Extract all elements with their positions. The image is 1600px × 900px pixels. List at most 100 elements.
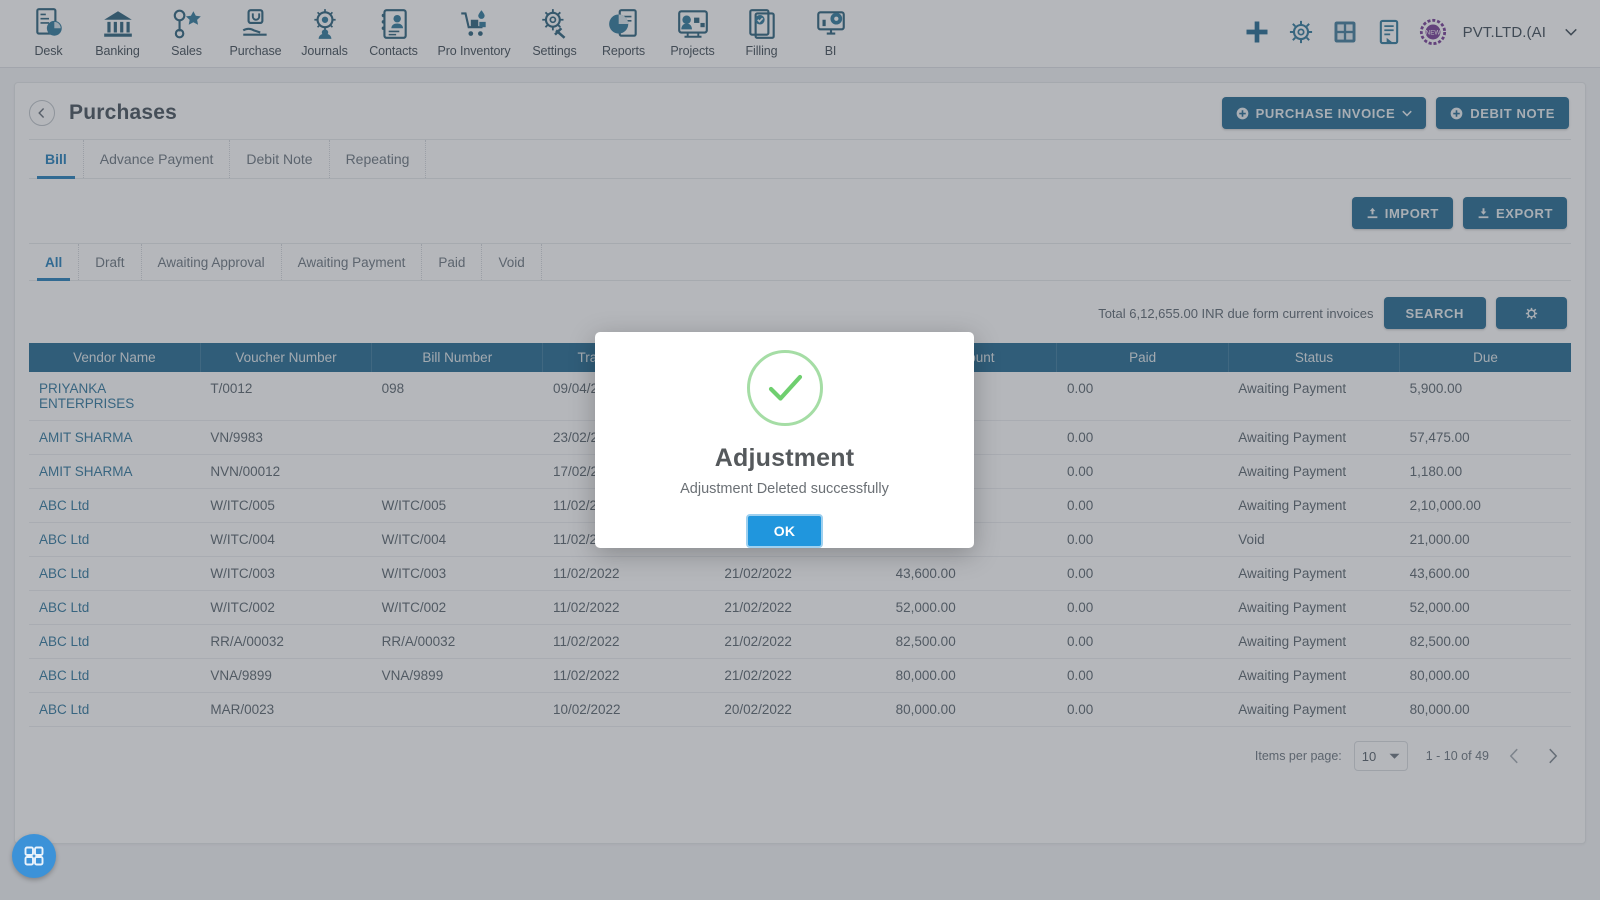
cell-paid: 0.00	[1056, 522, 1229, 557]
cell-status: Awaiting Payment	[1228, 556, 1400, 591]
filter-tab-awaiting-approval[interactable]: Awaiting Approval	[142, 244, 282, 280]
tab-repeating[interactable]: Repeating	[330, 140, 427, 178]
column-header-paid[interactable]: Paid	[1056, 343, 1229, 372]
chevron-down-icon[interactable]	[1562, 23, 1580, 41]
cell-transaction-date: 11/02/2022	[542, 590, 715, 625]
next-page-button[interactable]	[1539, 743, 1565, 769]
cell-amount: 52,000.00	[885, 590, 1057, 625]
cell-paid: 0.00	[1056, 658, 1229, 693]
column-header-status[interactable]: Status	[1228, 343, 1401, 372]
column-header-vendor-name[interactable]: Vendor Name	[29, 343, 201, 372]
cell-vendor-name[interactable]: AMIT SHARMA	[29, 420, 201, 455]
cell-due: 21,000.00	[1399, 522, 1571, 557]
filter-tab-void[interactable]: Void	[482, 244, 542, 280]
search-label: SEARCH	[1405, 305, 1464, 321]
company-name[interactable]: PVT.LTD.(AI	[1463, 24, 1546, 41]
column-header-due[interactable]: Due	[1399, 343, 1571, 372]
table-row[interactable]: ABC Ltd MAR/0023 10/02/2022 20/02/2022 80,00…	[29, 692, 1571, 727]
status-filter-tabs: All Draft Awaiting Approval Awaiting Pay…	[29, 243, 1571, 281]
debit-note-button[interactable]: DEBIT NOTE	[1436, 97, 1569, 129]
tab-advance-payment[interactable]: Advance Payment	[84, 140, 231, 178]
table-settings-button[interactable]	[1496, 297, 1567, 329]
cell-status: Void	[1228, 522, 1400, 557]
apps-fab-button[interactable]	[12, 834, 56, 878]
import-icon	[1367, 207, 1378, 218]
document-type-tabs: Bill Advance Payment Debit Note Repeatin…	[29, 139, 1571, 179]
nav-item-purchase[interactable]: Purchase	[221, 4, 290, 58]
cell-vendor-name[interactable]: ABC Ltd	[29, 556, 201, 591]
nav-item-sales[interactable]: Sales	[152, 4, 221, 58]
nav-label: BI	[824, 44, 837, 58]
table-row[interactable]: ABC Ltd RR/A/00032 RR/A/00032 11/02/2022 21/…	[29, 624, 1571, 659]
cell-voucher-number: W/ITC/004	[200, 522, 372, 557]
nav-item-journals[interactable]: Journals	[290, 4, 359, 58]
nav-item-settings[interactable]: Settings	[520, 4, 589, 58]
topbar-right-actions: NEW PVT.LTD.(AI	[1243, 4, 1586, 60]
cell-due: 57,475.00	[1399, 420, 1571, 455]
search-button[interactable]: SEARCH	[1383, 297, 1486, 329]
cell-vendor-name[interactable]: ABC Ltd	[29, 590, 201, 625]
nav-item-banking[interactable]: Banking	[83, 4, 152, 58]
nav-item-desk[interactable]: Desk	[14, 4, 83, 58]
cell-paid: 0.00	[1056, 692, 1229, 727]
cell-transaction-date: 11/02/2022	[542, 658, 715, 693]
success-check-icon	[746, 350, 823, 426]
cell-status: Awaiting Payment	[1228, 420, 1400, 455]
dialog-ok-button[interactable]: OK	[745, 514, 824, 548]
cell-amount: 80,000.00	[885, 692, 1057, 727]
filter-tab-all[interactable]: All	[29, 244, 80, 281]
cell-voucher-number: W/ITC/005	[200, 488, 372, 523]
items-per-page-label: Items per page:	[1254, 749, 1342, 763]
items-per-page-select[interactable]: 10	[1353, 741, 1408, 771]
cell-vendor-name[interactable]: ABC Ltd	[29, 658, 201, 693]
filter-tab-awaiting-payment[interactable]: Awaiting Payment	[282, 244, 423, 280]
bi-icon	[816, 11, 845, 35]
calculator-icon[interactable]	[1331, 18, 1359, 46]
tab-bill[interactable]: Bill	[29, 140, 84, 179]
export-button[interactable]: EXPORT	[1462, 197, 1567, 229]
filling-icon	[748, 9, 775, 39]
import-button[interactable]: IMPORT	[1351, 197, 1453, 229]
cell-vendor-name[interactable]: ABC Ltd	[29, 522, 201, 557]
table-row[interactable]: ABC Ltd W/ITC/002 W/ITC/002 11/02/2022 21/02…	[29, 590, 1571, 625]
cell-vendor-name[interactable]: ABC Ltd	[29, 624, 201, 659]
plus-circle-icon	[1450, 107, 1463, 119]
nav-item-pro-inventory[interactable]: Pro Inventory	[428, 4, 520, 58]
filter-tab-draft[interactable]: Draft	[79, 244, 142, 280]
filter-tab-paid[interactable]: Paid	[422, 244, 483, 280]
plus-icon[interactable]	[1243, 18, 1271, 46]
new-badge-icon[interactable]: NEW	[1419, 18, 1447, 46]
cell-voucher-number: MAR/0023	[200, 692, 372, 727]
cell-vendor-name[interactable]: ABC Ltd	[29, 488, 201, 523]
cell-vendor-name[interactable]: PRIYANKA ENTERPRISES	[29, 372, 201, 421]
nav-item-projects[interactable]: Projects	[658, 4, 727, 58]
table-row[interactable]: ABC Ltd VNA/9899 VNA/9899 11/02/2022 21/02/2…	[29, 658, 1571, 693]
previous-page-button[interactable]	[1501, 743, 1527, 769]
column-header-bill-number[interactable]: Bill Number	[371, 343, 544, 372]
cell-voucher-number: W/ITC/003	[200, 556, 372, 591]
cell-paid: 0.00	[1056, 624, 1229, 659]
nav-item-bi[interactable]: BI	[796, 4, 865, 58]
back-button[interactable]	[29, 100, 55, 126]
cell-due-date: 21/02/2022	[714, 658, 886, 693]
purchase-invoice-button[interactable]: PURCHASE INVOICE	[1221, 97, 1427, 129]
settings-gear-icon	[541, 9, 565, 39]
nav-label: Purchase	[229, 44, 282, 58]
cell-paid: 0.00	[1056, 556, 1229, 591]
cell-voucher-number: NVN/00012	[200, 454, 372, 489]
document-icon[interactable]	[1375, 18, 1403, 46]
cell-due-date: 21/02/2022	[714, 624, 886, 659]
cell-due: 82,500.00	[1399, 624, 1571, 659]
nav-item-contacts[interactable]: Contacts	[359, 4, 428, 58]
chevron-left-icon	[38, 108, 45, 118]
nav-item-filling[interactable]: Filling	[727, 4, 796, 58]
cell-transaction-date: 10/02/2022	[542, 692, 715, 727]
column-header-voucher-number[interactable]: Voucher Number	[200, 343, 373, 372]
apps-grid-icon	[24, 846, 44, 866]
tab-debit-note[interactable]: Debit Note	[230, 140, 330, 178]
cell-vendor-name[interactable]: ABC Ltd	[29, 692, 201, 727]
gear-icon[interactable]	[1287, 18, 1315, 46]
cell-vendor-name[interactable]: AMIT SHARMA	[29, 454, 201, 489]
nav-item-reports[interactable]: Reports	[589, 4, 658, 58]
table-row[interactable]: ABC Ltd W/ITC/003 W/ITC/003 11/02/2022 21/02…	[29, 556, 1571, 591]
